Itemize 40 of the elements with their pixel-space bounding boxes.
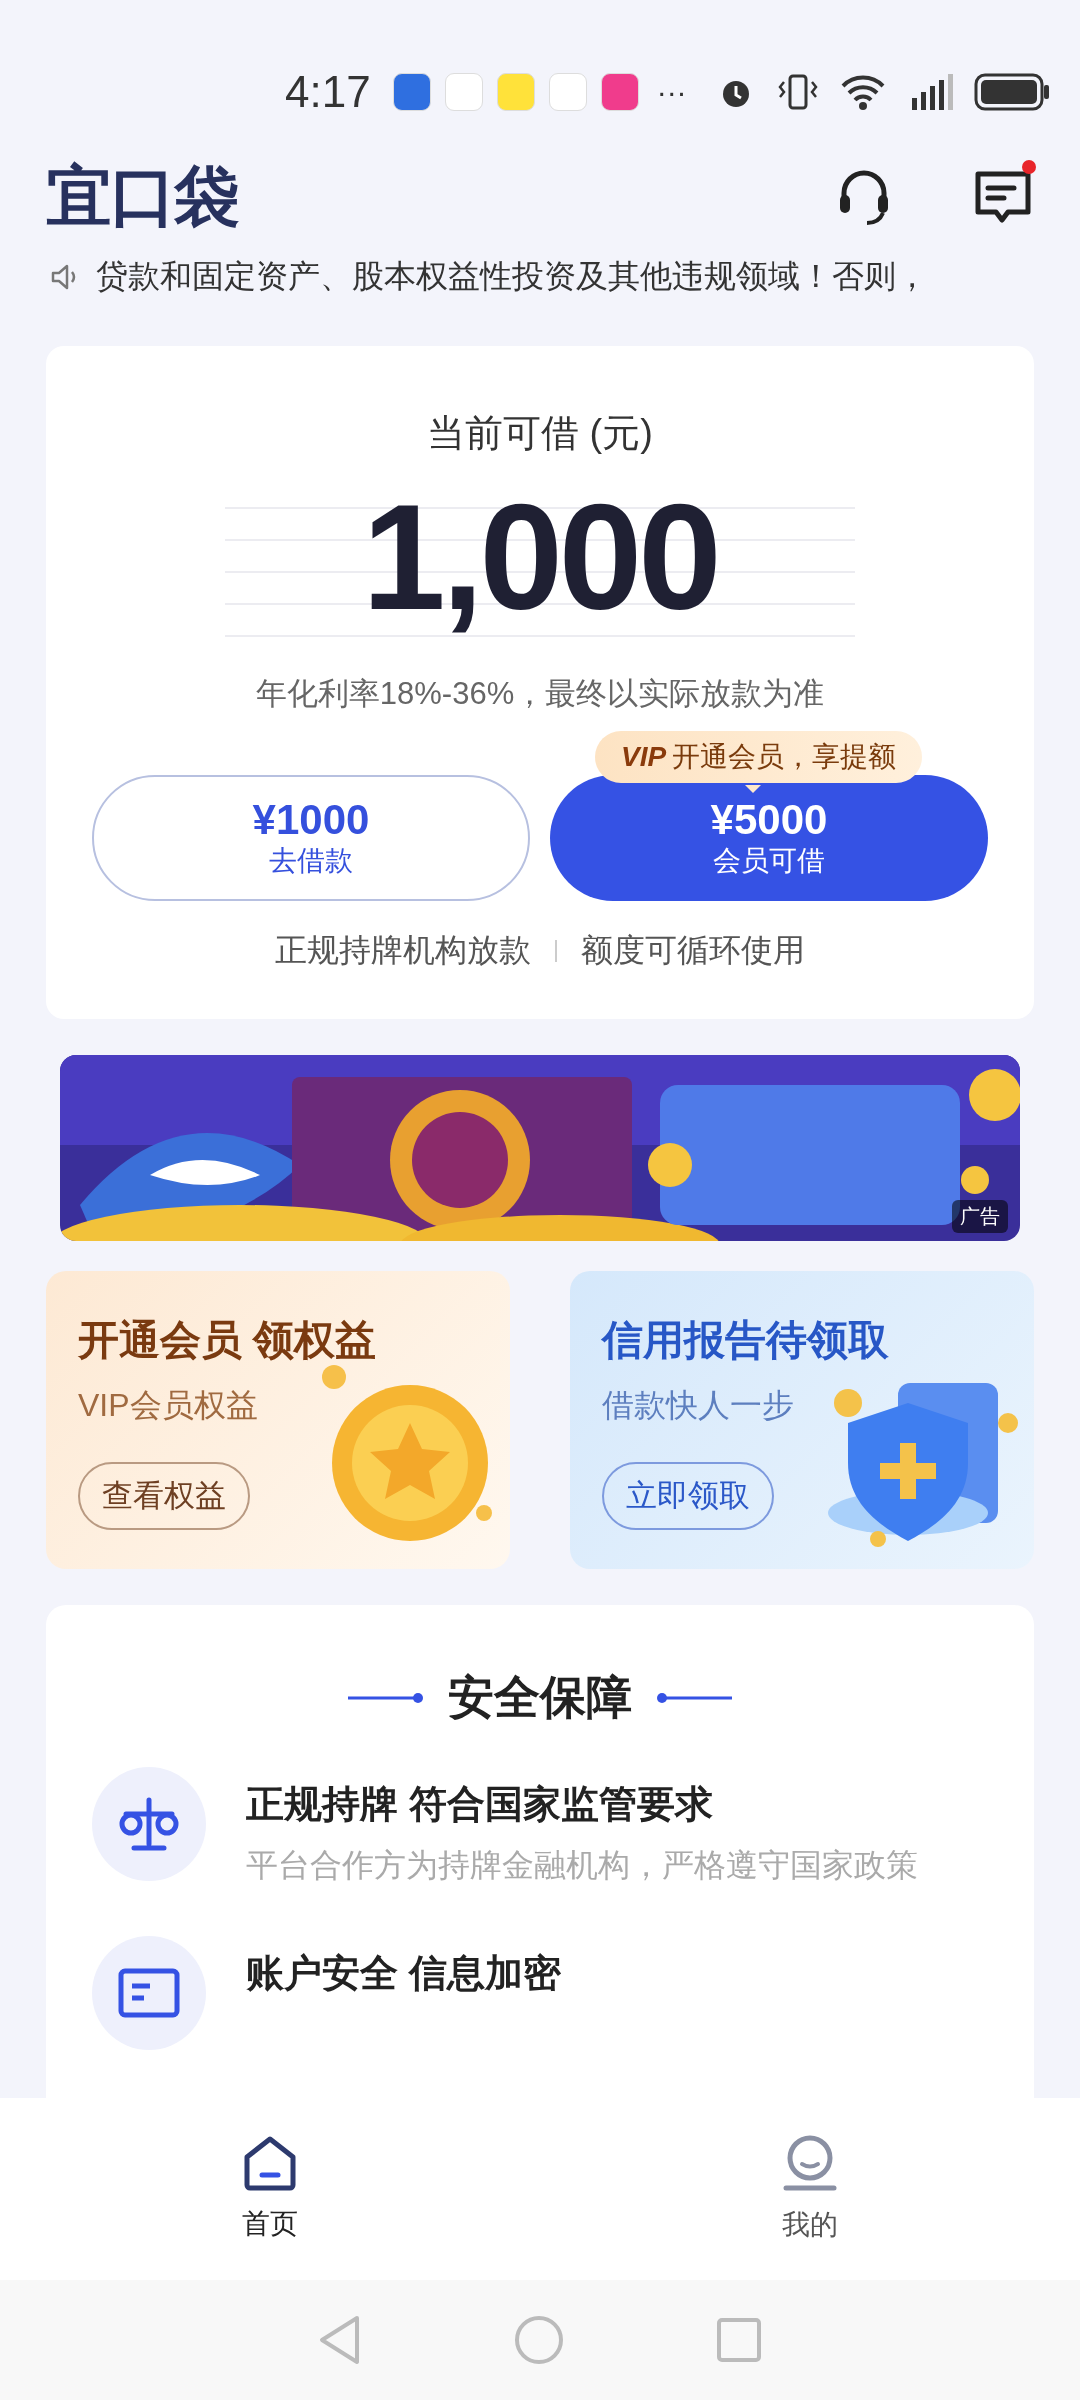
- battery-icon: [974, 73, 1050, 112]
- promo-button[interactable]: 立即领取: [602, 1462, 774, 1530]
- recents-icon[interactable]: [715, 2316, 763, 2364]
- promo-card[interactable]: 开通会员 领权益 VIP会员权益 查看权益: [46, 1271, 510, 1569]
- status-time: 4:17: [285, 67, 371, 118]
- ad-badge: 广告: [952, 1200, 1008, 1233]
- borrow-button[interactable]: ¥1000 去借款: [92, 774, 530, 901]
- nav-tab[interactable]: 首页: [0, 2098, 540, 2280]
- tag-text: 开通会员，享提额: [672, 739, 897, 774]
- feature-title: 账户安全 信息加密: [246, 1951, 561, 1996]
- feature-text: 正规持牌机构放款: [275, 930, 531, 970]
- app-notification-icon: [444, 73, 483, 112]
- notice-text: 贷款和固定资产、股本权益性投资及其他违规领域！否则，: [96, 257, 928, 297]
- home-icon: [243, 2135, 297, 2191]
- app-notification-icon: [600, 73, 639, 112]
- app-notification-icon: [496, 73, 535, 112]
- section-title: 安全保障: [448, 1670, 632, 1725]
- app-notification-icon: [392, 73, 431, 112]
- home-button-icon[interactable]: [513, 2314, 565, 2366]
- feature-description: 平台合作方为持牌金融机构，严格遵守国家政策: [246, 1846, 918, 1885]
- id-card-icon: [118, 1968, 180, 2018]
- vip-mark: VIP: [621, 740, 667, 773]
- app-notification-icon: [548, 73, 587, 112]
- borrow-button[interactable]: ¥5000 会员可借: [550, 774, 988, 901]
- available-label: 当前可借 (元): [427, 410, 653, 456]
- app-logo: 宜口袋: [46, 157, 238, 235]
- promo-title: 信用报告待领取: [602, 1316, 890, 1365]
- feature-title: 正规持牌 符合国家监管要求: [246, 1782, 714, 1827]
- promo-subtitle: 借款快人一步: [602, 1386, 795, 1425]
- rate-note: 年化利率18%-36%，最终以实际放款为准: [255, 674, 825, 713]
- profile-icon: [782, 2134, 838, 2192]
- promo-button[interactable]: 查看权益: [78, 1462, 250, 1530]
- scales-icon: [118, 1796, 180, 1852]
- nav-tab[interactable]: 我的: [540, 2098, 1080, 2280]
- feature-text: 额度可循环使用: [581, 930, 805, 970]
- more-notifications: ···: [656, 75, 687, 110]
- promo-subtitle: VIP会员权益: [78, 1386, 259, 1425]
- promo-card[interactable]: 信用报告待领取 借款快人一步 立即领取: [570, 1271, 1034, 1569]
- promo-title: 开通会员 领权益: [78, 1316, 378, 1365]
- vibrate-icon: [776, 72, 820, 113]
